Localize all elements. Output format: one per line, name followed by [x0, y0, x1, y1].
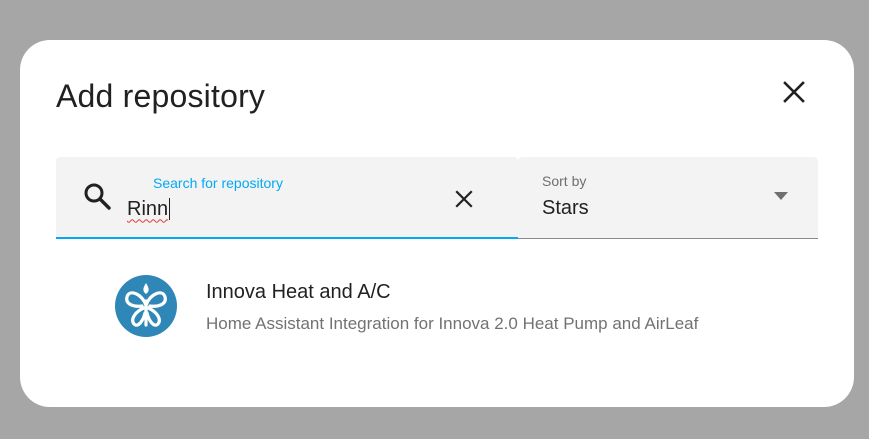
- repository-description: Home Assistant Integration for Innova 2.…: [206, 314, 699, 333]
- search-label: Search for repository: [153, 175, 283, 191]
- repository-name: Innova Heat and A/C: [206, 281, 391, 303]
- dialog-title: Add repository: [56, 78, 266, 114]
- search-input[interactable]: Rinn: [127, 195, 171, 223]
- sort-by-select[interactable]: Sort by Stars: [518, 157, 818, 239]
- add-repository-dialog: Add repository Search for repository Rin…: [20, 40, 854, 407]
- clear-search-button[interactable]: [447, 182, 481, 216]
- sort-by-value: Stars: [542, 197, 589, 219]
- sort-by-label: Sort by: [542, 173, 587, 189]
- search-icon: [84, 183, 111, 210]
- close-icon: [455, 190, 473, 208]
- text-caret: [169, 198, 171, 220]
- search-field[interactable]: Search for repository Rinn: [56, 157, 518, 239]
- close-icon: [783, 81, 805, 103]
- innova-logo-icon: [115, 275, 177, 337]
- close-dialog-button[interactable]: [774, 72, 814, 112]
- list-item[interactable]: Innova Heat and A/C Home Assistant Integ…: [100, 267, 800, 341]
- triangle-down-icon: [774, 192, 788, 200]
- search-input-value[interactable]: Rinn: [127, 198, 168, 221]
